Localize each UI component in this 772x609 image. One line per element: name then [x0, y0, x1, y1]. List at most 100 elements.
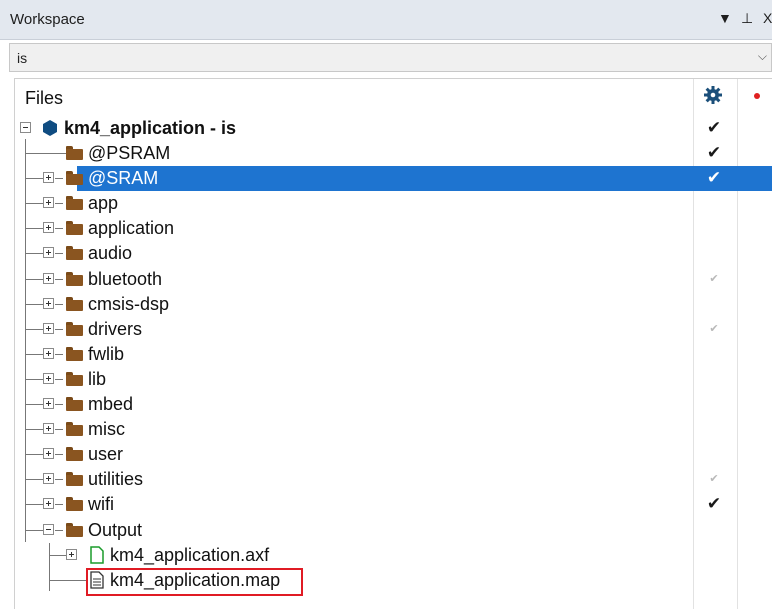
tree-line — [55, 178, 63, 179]
tree-item-label: misc — [88, 419, 125, 439]
tree-line — [55, 279, 63, 280]
tree-item-label: user — [88, 444, 124, 464]
expand-toggle[interactable] — [43, 323, 54, 334]
tree-line — [55, 429, 63, 430]
files-tree: Files km4_application - is ✔ @PSRAM ✔ @SRA… — [14, 78, 772, 609]
expand-toggle[interactable] — [43, 298, 54, 309]
tree-item-app[interactable]: app — [15, 191, 772, 216]
expand-toggle[interactable] — [43, 222, 54, 233]
gear-icon[interactable] — [703, 85, 723, 105]
tree-root[interactable]: km4_application - is ✔ — [15, 116, 772, 141]
tree-item-km4-application-axf[interactable]: km4_application.axf — [15, 543, 772, 568]
tree-item-user[interactable]: user — [15, 442, 772, 467]
folder-icon — [66, 146, 83, 160]
tree-item-mbed[interactable]: mbed — [15, 392, 772, 417]
expand-toggle[interactable] — [43, 498, 54, 509]
tree-line — [55, 354, 63, 355]
tree-item-label: bluetooth — [88, 269, 163, 289]
checkmark-icon: ✔ — [709, 323, 719, 335]
tree-item-wifi[interactable]: wifi ✔ — [15, 492, 772, 517]
project-icon — [43, 120, 57, 136]
checkmark-icon: ✔ — [709, 273, 719, 285]
tree-item-drivers[interactable]: drivers ✔ — [15, 317, 772, 342]
root-check-icon: ✔ — [706, 118, 722, 137]
tree-line — [55, 404, 63, 405]
panel-menu-icon[interactable]: ▼ — [718, 9, 732, 27]
configuration-dropdown[interactable]: is ⌵ — [9, 43, 772, 72]
tree-line — [55, 253, 63, 254]
tree-item-label: cmsis-dsp — [88, 294, 170, 314]
project-label: km4_application - is — [64, 118, 237, 138]
tree-line — [55, 454, 63, 455]
tree-line — [26, 404, 43, 405]
configuration-value: is — [17, 50, 28, 66]
expand-toggle[interactable] — [43, 398, 54, 409]
tree-line — [55, 203, 63, 204]
tree-line — [50, 555, 66, 556]
folder-icon — [66, 221, 83, 235]
expand-toggle[interactable] — [43, 348, 54, 359]
tree-line — [26, 329, 43, 330]
tree-line — [25, 139, 26, 542]
tree-line — [26, 429, 43, 430]
folder-icon — [66, 523, 83, 537]
selection-highlight — [77, 166, 772, 191]
tree-item-audio[interactable]: audio — [15, 241, 772, 266]
expand-toggle[interactable] — [43, 172, 54, 183]
folder-icon — [66, 497, 83, 511]
expand-toggle[interactable] — [43, 473, 54, 484]
tree-item-label: @PSRAM — [88, 143, 171, 163]
tree-item-label: Output — [88, 520, 143, 540]
tree-line — [49, 543, 50, 591]
expand-toggle[interactable] — [43, 373, 54, 384]
collapse-toggle[interactable] — [20, 122, 31, 133]
tree-line — [26, 479, 43, 480]
tree-item-application[interactable]: application — [15, 216, 772, 241]
tree-item-misc[interactable]: misc — [15, 417, 772, 442]
tree-item-label: mbed — [88, 394, 134, 414]
tree-item-output[interactable]: Output — [15, 518, 772, 543]
expand-toggle[interactable] — [43, 423, 54, 434]
collapse-toggle[interactable] — [43, 524, 54, 535]
folder-icon — [66, 472, 83, 486]
tree-item-cmsis-dsp[interactable]: cmsis-dsp — [15, 292, 772, 317]
tree-item-bluetooth[interactable]: bluetooth ✔ — [15, 267, 772, 292]
folder-icon — [66, 297, 83, 311]
tree-item-fwlib[interactable]: fwlib — [15, 342, 772, 367]
tree-line — [26, 203, 43, 204]
folder-icon — [66, 447, 83, 461]
tree-line — [26, 530, 43, 531]
tree-item-lib[interactable]: lib — [15, 367, 772, 392]
tree-line — [26, 153, 66, 154]
tree-item-sram[interactable]: @SRAM ✔ — [15, 166, 772, 191]
folder-icon — [66, 347, 83, 361]
tree-line — [26, 178, 43, 179]
tree-line — [55, 329, 63, 330]
tree-item-label: fwlib — [88, 344, 125, 364]
tree-line — [55, 530, 63, 531]
close-icon[interactable]: X — [763, 9, 772, 27]
tree-line — [26, 228, 43, 229]
tree-line — [26, 454, 43, 455]
folder-icon — [66, 372, 83, 386]
panel-titlebar: Workspace ▼ ⊥ X — [0, 0, 772, 40]
tree-line — [26, 379, 43, 380]
pin-icon[interactable]: ⊥ — [741, 9, 753, 27]
tree-item-label: @SRAM — [88, 168, 159, 188]
expand-toggle[interactable] — [43, 197, 54, 208]
expand-toggle[interactable] — [43, 448, 54, 459]
folder-icon — [66, 246, 83, 260]
expand-toggle[interactable] — [66, 549, 77, 560]
tree-line — [26, 279, 43, 280]
expand-toggle[interactable] — [43, 273, 54, 284]
panel-title: Workspace — [10, 11, 85, 28]
checkmark-icon: ✔ — [706, 143, 722, 162]
expand-toggle[interactable] — [43, 247, 54, 258]
folder-icon — [66, 422, 83, 436]
tree-item-utilities[interactable]: utilities ✔ — [15, 467, 772, 492]
tree-line — [55, 479, 63, 480]
tree-item-psram[interactable]: @PSRAM ✔ — [15, 141, 772, 166]
tree-line — [50, 580, 88, 581]
tree-item-label: lib — [88, 369, 107, 389]
tree-item-label: application — [88, 218, 175, 238]
